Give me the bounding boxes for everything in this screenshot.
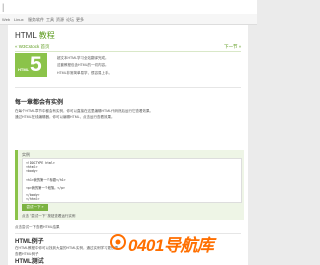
code-line: <body> — [26, 169, 38, 173]
nav-item-services[interactable]: 服务软件 — [28, 17, 44, 23]
section-heading-html-test: HTML测试 — [15, 259, 44, 265]
page-title-accent: 教程 — [38, 31, 55, 40]
nav-item-linux[interactable]: Linux — [14, 17, 24, 22]
page-title-prefix: HTML — [15, 31, 39, 40]
html5-logo: 5 HTML — [15, 53, 47, 77]
section-text-2: 通过HTML在线编辑器，你可以编辑HTML，点击运行查看效果。 — [15, 115, 115, 119]
prev-link[interactable]: « W3Cstock 首页 — [15, 44, 50, 50]
html5-logo-number: 5 — [30, 53, 42, 76]
try-it-button[interactable]: 尝试一下 » — [22, 204, 48, 211]
after-example-text: 点击尝试一下查看HTML结果 — [15, 225, 60, 229]
intro-line-1: 超文本HTML学习全站翻译完成。 — [57, 56, 109, 60]
article-content: HTML 教程 « W3Cstock 首页 下一节 » 5 HTML 超文本HT… — [8, 25, 248, 265]
code-line: </html> — [26, 197, 40, 201]
watermark-text: 0401导航库 — [128, 236, 214, 255]
nav-item-web[interactable]: Web — [2, 17, 10, 22]
section-heading-html-examples: HTML例子 — [15, 239, 44, 245]
example-box: 实例 <!DOCTYPE html> <html> <body> <h1>我的第… — [15, 150, 244, 220]
page-title: HTML 教程 — [15, 30, 55, 41]
title-divider — [15, 51, 241, 52]
code-block: <!DOCTYPE html> <html> <body> <h1>我的第一个标… — [22, 158, 242, 203]
site-logo-mark: | — [2, 2, 5, 12]
nav-item-resources[interactable]: 资源 — [56, 17, 64, 23]
example-hint: 点击 "尝试一下" 按钮查看运行实例 — [22, 214, 76, 218]
section-heading-examples: 每一章都会有实例 — [15, 100, 64, 106]
nav-item-tools[interactable]: 工具 — [46, 17, 54, 23]
section-text-1: 在每个HTML章节中都会有实例，你可以直接在这里编辑HTML代码然后运行它查看效… — [15, 109, 154, 113]
next-link[interactable]: 下一节 » — [224, 44, 241, 50]
code-line: <p>我的第一个段落。</p> — [26, 186, 65, 190]
main-nav: Web Linux 服务软件 工具 资源 论坛 更多 — [0, 14, 257, 25]
html5-logo-label: HTML — [18, 67, 30, 72]
page-root: | Web Linux 服务软件 工具 资源 论坛 更多 HTML 教程 « W… — [0, 0, 257, 265]
intro-divider — [15, 87, 241, 88]
nav-item-more[interactable]: 更多 — [76, 17, 84, 23]
browser-top-bar: | — [0, 0, 257, 15]
watermark-logo-icon — [110, 234, 126, 250]
intro-line-3: HTML非常简单易学，很容易上手。 — [57, 71, 113, 75]
intro-line-2: 这套教程包含HTML的一切内容。 — [57, 63, 109, 67]
code-line: <h1>我的第一个标题</h1> — [26, 178, 66, 182]
section2-text-1: 在HTML教程中你可以找到大量的HTML实例，通过实例学习更快捷。 — [15, 246, 122, 250]
nav-item-forum[interactable]: 论坛 — [66, 17, 74, 23]
